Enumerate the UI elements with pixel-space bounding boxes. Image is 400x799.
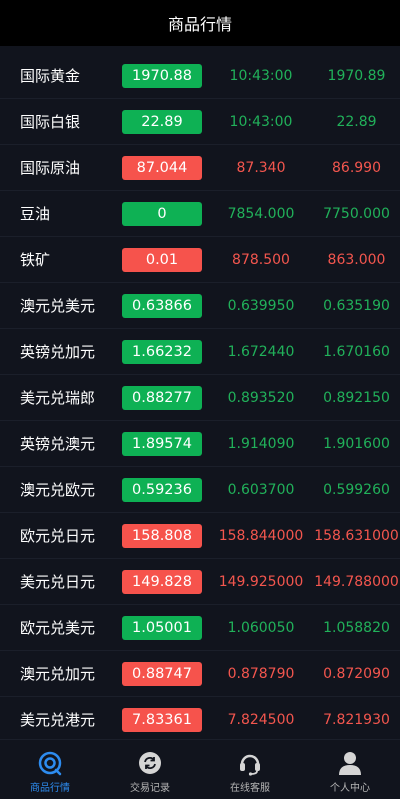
price-badge: 1970.88 (122, 63, 202, 88)
quote-value-2: 1.901600 (323, 435, 390, 452)
price-badge: 0.01 (122, 247, 202, 272)
quote-row[interactable]: 铁矿 0.01 878.500 863.000 (0, 237, 400, 283)
price-badge: 0.88277 (122, 385, 202, 410)
quote-value-1: 149.925000 (218, 573, 304, 590)
quote-value-2: 0.872090 (323, 665, 390, 682)
quote-value-1: 7.824500 (227, 711, 295, 728)
bottom-tab-bar: 商品行情 交易记录 在线客服 个人中心 (0, 739, 400, 799)
quote-value-1: 0.639950 (227, 297, 295, 314)
instrument-name: 澳元兑美元 (20, 297, 96, 315)
quote-row[interactable]: 美元兑瑞郎 0.88277 0.893520 0.892150 (0, 375, 400, 421)
quote-row[interactable]: 澳元兑美元 0.63866 0.639950 0.635190 (0, 283, 400, 329)
instrument-name: 澳元兑加元 (20, 665, 96, 683)
quote-value-2: 1.670160 (323, 343, 390, 360)
quote-value-1: 7854.000 (227, 205, 295, 222)
quote-row[interactable]: 国际白银 22.89 10:43:00 22.89 (0, 99, 400, 145)
instrument-name: 美元兑港元 (20, 711, 96, 729)
price-badge: 149.828 (122, 569, 202, 594)
quote-value-2: 0.635190 (323, 297, 390, 314)
quote-row[interactable]: 美元兑港元 7.83361 7.824500 7.821930 (0, 697, 400, 743)
instrument-name: 欧元兑美元 (20, 619, 96, 637)
quote-value-2: 1.058820 (323, 619, 390, 636)
quote-value-1: 1.060050 (227, 619, 295, 636)
market-icon (37, 750, 63, 776)
user-icon (337, 750, 363, 776)
quote-value-2: 158.631000 (314, 527, 399, 544)
quote-row[interactable]: 欧元兑日元 158.808 158.844000 158.631000 (0, 513, 400, 559)
price-badge: 0.59236 (122, 477, 202, 502)
price-badge: 1.89574 (122, 431, 202, 456)
records-icon (137, 750, 163, 776)
quote-row[interactable]: 英镑兑澳元 1.89574 1.914090 1.901600 (0, 421, 400, 467)
instrument-name: 欧元兑日元 (20, 527, 96, 545)
price-badge: 7.83361 (122, 707, 202, 732)
instrument-name: 美元兑日元 (20, 573, 96, 591)
quote-value-2: 863.000 (327, 251, 386, 268)
quote-value-2: 149.788000 (314, 573, 399, 590)
instrument-name: 英镑兑澳元 (20, 435, 96, 453)
price-badge: 158.808 (122, 523, 202, 548)
quote-value-2: 86.990 (332, 159, 381, 176)
quote-value-1: 0.893520 (227, 389, 295, 406)
quote-row[interactable]: 豆油 0 7854.000 7750.000 (0, 191, 400, 237)
quote-value-1: 10:43:00 (229, 67, 293, 84)
tab-label: 个人中心 (330, 783, 370, 794)
quote-value-1: 158.844000 (218, 527, 304, 544)
price-badge: 22.89 (122, 109, 202, 134)
price-badge: 0.88747 (122, 661, 202, 686)
instrument-name: 国际原油 (20, 159, 81, 177)
quote-row[interactable]: 欧元兑美元 1.05001 1.060050 1.058820 (0, 605, 400, 651)
tab-label: 在线客服 (230, 783, 270, 794)
quote-value-1: 878.500 (232, 251, 290, 268)
instrument-name: 豆油 (20, 205, 51, 223)
headset-icon (237, 750, 263, 776)
quote-value-1: 1.914090 (227, 435, 295, 452)
header-bar: 商品行情 (0, 0, 400, 46)
instrument-name: 国际白银 (20, 113, 81, 131)
price-badge: 1.66232 (122, 339, 202, 364)
tab-market[interactable]: 商品行情 (0, 740, 100, 799)
price-badge: 0 (122, 201, 202, 226)
quote-value-2: 7750.000 (323, 205, 390, 222)
tab-support[interactable]: 在线客服 (200, 740, 300, 799)
quote-list: 国际黄金 1970.88 10:43:00 1970.89 国际白银 22.89… (0, 53, 400, 743)
quote-value-1: 0.603700 (227, 481, 295, 498)
quote-value-2: 1970.89 (327, 67, 386, 84)
quote-value-1: 0.878790 (227, 665, 295, 682)
price-badge: 1.05001 (122, 615, 202, 640)
tab-profile[interactable]: 个人中心 (300, 740, 400, 799)
price-badge: 87.044 (122, 155, 202, 180)
quote-row[interactable]: 澳元兑欧元 0.59236 0.603700 0.599260 (0, 467, 400, 513)
instrument-name: 澳元兑欧元 (20, 481, 96, 499)
quote-value-2: 7.821930 (323, 711, 390, 728)
quote-value-2: 0.599260 (323, 481, 390, 498)
instrument-name: 美元兑瑞郎 (20, 389, 96, 407)
quote-value-2: 22.89 (336, 113, 377, 130)
quote-row[interactable]: 国际黄金 1970.88 10:43:00 1970.89 (0, 53, 400, 99)
quote-value-2: 0.892150 (323, 389, 390, 406)
quote-row[interactable]: 澳元兑加元 0.88747 0.878790 0.872090 (0, 651, 400, 697)
quote-row[interactable]: 美元兑日元 149.828 149.925000 149.788000 (0, 559, 400, 605)
quote-value-1: 10:43:00 (229, 113, 293, 130)
price-badge: 0.63866 (122, 293, 202, 318)
instrument-name: 国际黄金 (20, 67, 81, 85)
instrument-name: 铁矿 (20, 251, 51, 269)
quote-row[interactable]: 国际原油 87.044 87.340 86.990 (0, 145, 400, 191)
tab-label: 商品行情 (30, 783, 70, 794)
quote-value-1: 87.340 (236, 159, 286, 176)
instrument-name: 英镑兑加元 (20, 343, 96, 361)
quote-value-1: 1.672440 (227, 343, 295, 360)
quote-row[interactable]: 英镑兑加元 1.66232 1.672440 1.670160 (0, 329, 400, 375)
tab-label: 交易记录 (130, 783, 170, 794)
page-title: 商品行情 (167, 15, 232, 34)
tab-records[interactable]: 交易记录 (100, 740, 200, 799)
